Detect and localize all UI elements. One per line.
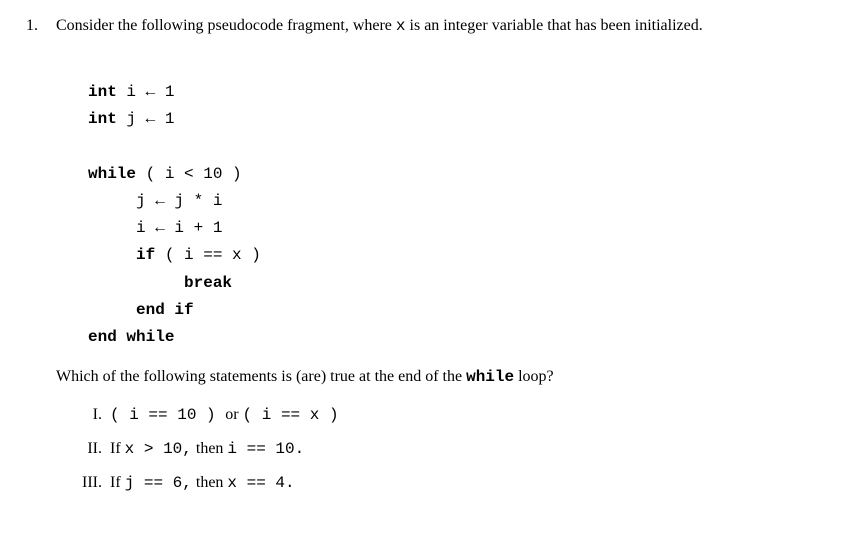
options-list: I. ( i == 10 ) or ( i == x ) II. If x > … (76, 403, 830, 495)
opt-II-mid: then (192, 440, 228, 457)
opt-II-code1: x > 10, (125, 440, 192, 458)
code-line-3: ( i < 10 ) (136, 165, 242, 183)
followup-code: while (466, 368, 514, 386)
question-header: 1. Consider the following pseudocode fra… (26, 14, 830, 38)
prompt-suffix: is an integer variable that has been ini… (406, 17, 703, 34)
opt-I-or: or (225, 406, 242, 423)
followup-question: Which of the following statements is (ar… (56, 365, 830, 389)
kw-endwhile: end while (88, 328, 174, 346)
kw-endif: end if (136, 301, 194, 319)
prompt-var-x: x (396, 17, 406, 35)
code-line-2: j ← 1 (117, 110, 175, 128)
opt-I-code1: ( i == 10 ) (110, 406, 225, 424)
opt-I-code2: ( i == x ) (243, 406, 339, 424)
code-line-4: j ← j * i (136, 192, 222, 210)
opt-III-mid: then (192, 474, 228, 491)
opt-III-prefix: If (110, 474, 125, 491)
opt-III-code1: j == 6, (125, 474, 192, 492)
option-I: I. ( i == 10 ) or ( i == x ) (76, 403, 830, 427)
roman-I: I. (76, 403, 102, 427)
code-line-5: i ← i + 1 (136, 219, 222, 237)
prompt-prefix: Consider the following pseudocode fragme… (56, 17, 396, 34)
opt-II-code2: i == 10. (227, 440, 304, 458)
kw-int-1: int (88, 83, 117, 101)
roman-III: III. (76, 471, 102, 495)
followup-prefix: Which of the following statements is (ar… (56, 368, 466, 385)
followup-suffix: loop? (514, 368, 554, 385)
kw-if: if (136, 246, 155, 264)
opt-III-code2: x == 4. (227, 474, 294, 492)
option-II: II. If x > 10, then i == 10. (76, 437, 830, 461)
roman-II: II. (76, 437, 102, 461)
kw-break: break (184, 274, 232, 292)
kw-int-2: int (88, 110, 117, 128)
pseudocode-block: int i ← 1 int j ← 1 while ( i < 10 ) j ←… (88, 52, 830, 351)
option-III: III. If j == 6, then x == 4. (76, 471, 830, 495)
opt-II-prefix: If (110, 440, 125, 457)
question-prompt: Consider the following pseudocode fragme… (56, 14, 830, 38)
code-line-1: i ← 1 (117, 83, 175, 101)
code-line-6: ( i == x ) (155, 246, 261, 264)
kw-while: while (88, 165, 136, 183)
question-number: 1. (26, 14, 56, 38)
